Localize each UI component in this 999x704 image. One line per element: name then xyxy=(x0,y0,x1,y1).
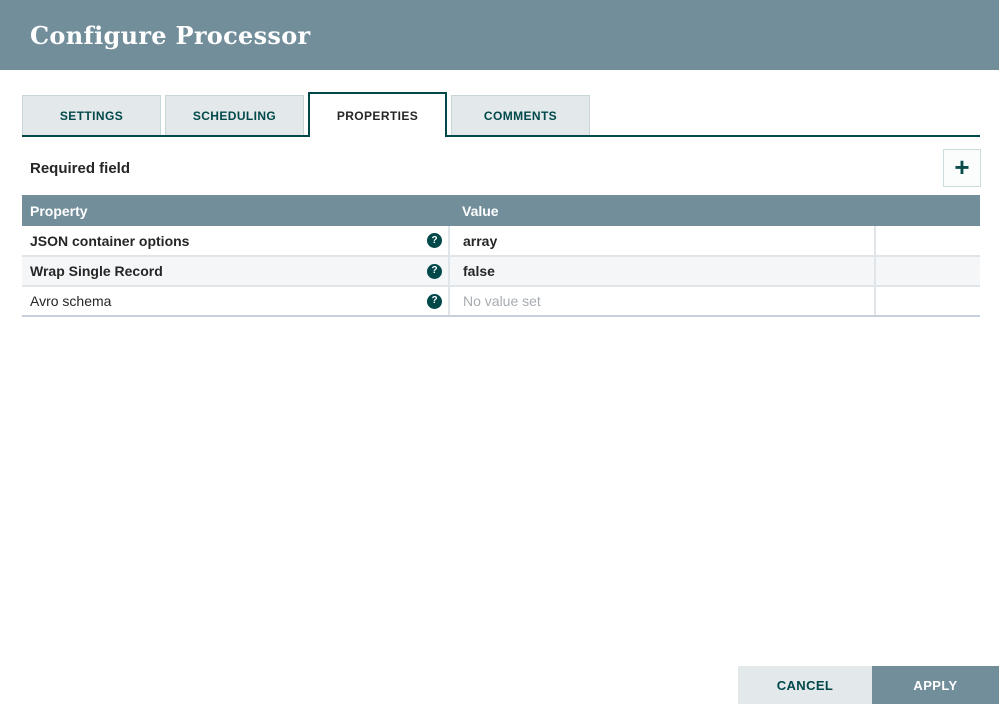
table-row: JSON container options ? array xyxy=(22,226,980,257)
property-value[interactable]: array xyxy=(463,233,497,249)
properties-table-header: Property Value xyxy=(22,195,980,226)
row-actions-cell xyxy=(875,256,980,287)
plus-icon: + xyxy=(954,152,970,182)
tabs-bar: SETTINGS SCHEDULING PROPERTIES COMMENTS xyxy=(22,92,980,137)
property-name: Avro schema xyxy=(30,293,112,309)
properties-table: Property Value JSON container options ? … xyxy=(22,195,980,317)
table-row: Wrap Single Record ? false xyxy=(22,256,980,287)
column-header-property: Property xyxy=(22,195,449,226)
property-name: JSON container options xyxy=(30,232,190,249)
property-value[interactable]: false xyxy=(463,263,495,279)
add-property-button[interactable]: + xyxy=(943,149,981,187)
property-value[interactable]: No value set xyxy=(463,293,541,309)
column-header-value: Value xyxy=(449,195,980,226)
dialog-footer: CANCEL APPLY xyxy=(738,666,999,704)
apply-button[interactable]: APPLY xyxy=(872,666,999,704)
help-icon[interactable]: ? xyxy=(427,293,442,309)
help-icon[interactable]: ? xyxy=(427,233,442,248)
help-icon[interactable]: ? xyxy=(427,263,442,279)
configure-processor-dialog: Configure Processor SETTINGS SCHEDULING … xyxy=(0,0,999,704)
tab-properties[interactable]: PROPERTIES xyxy=(308,92,447,137)
tab-settings[interactable]: SETTINGS xyxy=(22,95,161,135)
row-actions-cell xyxy=(875,226,980,257)
cancel-button[interactable]: CANCEL xyxy=(738,666,872,704)
required-field-label: Required field xyxy=(30,159,131,177)
table-row: Avro schema ? No value set xyxy=(22,286,980,317)
dialog-header: Configure Processor xyxy=(0,0,999,70)
properties-toolbar: Required field + xyxy=(30,149,981,187)
tab-comments[interactable]: COMMENTS xyxy=(451,95,590,135)
row-actions-cell xyxy=(875,286,980,317)
property-name: Wrap Single Record xyxy=(30,263,163,279)
tab-scheduling[interactable]: SCHEDULING xyxy=(165,95,304,135)
dialog-title: Configure Processor xyxy=(30,20,311,50)
